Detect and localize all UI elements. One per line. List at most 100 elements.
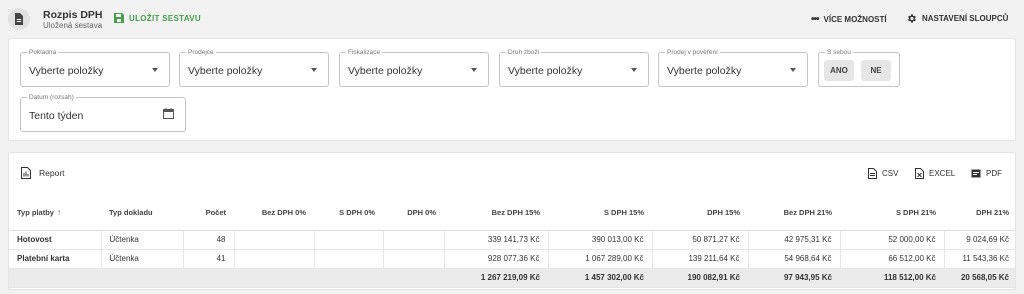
table-cell: 54 968,64 Kč bbox=[748, 249, 841, 269]
table-cell bbox=[383, 249, 445, 269]
filter-panel: Pokladna Vyberte položky Prodejce Vybert… bbox=[8, 38, 1016, 141]
s-sebou-no-button[interactable]: NE bbox=[861, 60, 891, 81]
column-settings-label: NASTAVENÍ SLOUPCŮ bbox=[922, 14, 1009, 23]
chevron-down-icon bbox=[471, 68, 477, 72]
table-cell: 52 000,00 Kč bbox=[840, 230, 945, 250]
gear-icon bbox=[908, 14, 916, 23]
sort-ascending-icon[interactable]: ↑ bbox=[57, 208, 61, 217]
pdf-file-icon bbox=[971, 169, 981, 178]
export-csv-button[interactable]: CSV bbox=[868, 168, 898, 179]
export-pdf-label: PDF bbox=[986, 169, 1002, 178]
totals-row: 1 267 219,09 Kč 1 457 302,00 Kč 190 082,… bbox=[9, 268, 1015, 288]
date-range-value: Tento týden bbox=[29, 110, 84, 122]
fiskalizace-select[interactable]: Fiskalizace Vyberte položky bbox=[339, 48, 489, 87]
column-header-bez-dph-15[interactable]: Bez DPH 15% bbox=[444, 195, 548, 231]
date-range-field[interactable]: Datum (rozsah) Tento týden bbox=[20, 93, 186, 132]
table-cell: 41 bbox=[183, 249, 235, 269]
chevron-down-icon bbox=[311, 68, 317, 72]
report-card: Report CSV EXCEL PDF Typ platby ↑ Typ dok… bbox=[8, 152, 1016, 290]
pokladna-label: Pokladna bbox=[27, 48, 59, 57]
fiskalizace-value: Vyberte položky bbox=[348, 65, 423, 77]
table-cell: 390 013,00 Kč bbox=[548, 230, 653, 250]
page-header: Rozpis DPH Uložená sestava ULOŽIT SESTAV… bbox=[0, 0, 1024, 38]
column-header-s-dph-0[interactable]: S DPH 0% bbox=[314, 195, 383, 231]
save-button-label: ULOŽIT SESTAVU bbox=[129, 13, 201, 23]
column-settings-button[interactable]: NASTAVENÍ SLOUPCŮ bbox=[906, 13, 1008, 24]
csv-file-icon bbox=[868, 168, 877, 179]
table-cell bbox=[234, 249, 315, 269]
column-header-dph-15[interactable]: DPH 15% bbox=[652, 195, 748, 231]
column-header-dph-0[interactable]: DPH 0% bbox=[383, 195, 444, 231]
prodej-v-povereni-value: Vyberte položky bbox=[667, 65, 742, 77]
table-cell: 139 211,64 Kč bbox=[652, 249, 749, 269]
column-header-typ-platby[interactable]: Typ platby ↑ bbox=[9, 195, 101, 231]
total-cell: 97 943,95 Kč bbox=[748, 268, 840, 288]
prodej-v-povereni-select[interactable]: Prodej v pověření Vyberte položky bbox=[658, 48, 808, 87]
export-excel-button[interactable]: EXCEL bbox=[915, 168, 955, 179]
column-header-pocet[interactable]: Počet bbox=[183, 195, 234, 231]
total-cell bbox=[234, 268, 314, 288]
calendar-icon[interactable] bbox=[163, 108, 174, 119]
table-cell: Hotovost bbox=[9, 230, 102, 250]
prodejce-select[interactable]: Prodejce Vyberte položky bbox=[179, 48, 329, 87]
column-header-dph-21[interactable]: DPH 21% bbox=[944, 195, 1015, 231]
chevron-down-icon bbox=[790, 68, 796, 72]
more-dots-icon: ••• bbox=[811, 14, 819, 25]
table-cell: 1 067 289,00 Kč bbox=[548, 249, 653, 269]
table-row: Platební karta Účtenka 41 928 077,36 Kč … bbox=[9, 249, 1015, 269]
table-cell bbox=[234, 230, 315, 250]
table-cell bbox=[314, 230, 384, 250]
s-sebou-yes-button[interactable]: ANO bbox=[824, 60, 854, 81]
table-cell: 48 bbox=[183, 230, 235, 250]
column-header-bez-dph-0[interactable]: Bez DPH 0% bbox=[234, 195, 314, 231]
druh-zbozi-label: Druh zboží bbox=[506, 48, 542, 57]
page-title: Rozpis DPH bbox=[43, 9, 103, 21]
export-pdf-button[interactable]: PDF bbox=[971, 168, 1002, 179]
more-options-button[interactable]: ••• VÍCE MOŽNOSTÍ bbox=[811, 14, 887, 25]
total-cell bbox=[314, 268, 383, 288]
total-cell bbox=[183, 268, 234, 288]
table-cell: 50 871,27 Kč bbox=[652, 230, 749, 250]
column-header-s-dph-15[interactable]: S DPH 15% bbox=[548, 195, 652, 231]
export-excel-label: EXCEL bbox=[929, 169, 956, 178]
table-cell: 42 975,31 Kč bbox=[748, 230, 841, 250]
report-doc-icon bbox=[21, 167, 31, 179]
table-cell bbox=[314, 249, 384, 269]
prodejce-value: Vyberte položky bbox=[188, 65, 263, 77]
total-cell: 1 457 302,00 Kč bbox=[548, 268, 652, 288]
table-cell: 11 543,36 Kč bbox=[944, 249, 1015, 269]
column-header-typ-dokladu[interactable]: Typ dokladu bbox=[101, 195, 183, 231]
export-csv-label: CSV bbox=[882, 169, 899, 178]
s-sebou-toggle-group: S sebou ANO NE bbox=[818, 48, 900, 87]
column-header-s-dph-21[interactable]: S DPH 21% bbox=[840, 195, 944, 231]
table-cell: 66 512,00 Kč bbox=[840, 249, 945, 269]
table-header-row: Typ platby ↑ Typ dokladu Počet Bez DPH 0%… bbox=[9, 195, 1015, 231]
document-icon bbox=[8, 8, 30, 30]
table-cell: 9 024,69 Kč bbox=[944, 230, 1015, 250]
report-title-block: Rozpis DPH Uložená sestava bbox=[43, 9, 103, 31]
druh-zbozi-value: Vyberte položky bbox=[508, 65, 583, 77]
prodej-v-povereni-label: Prodej v pověření bbox=[665, 48, 720, 57]
total-cell: 20 568,05 Kč bbox=[944, 268, 1015, 288]
more-options-label: VÍCE MOŽNOSTÍ bbox=[823, 15, 887, 24]
druh-zbozi-select[interactable]: Druh zboží Vyberte položky bbox=[499, 48, 649, 87]
report-title: Report bbox=[39, 168, 65, 178]
page-subtitle: Uložená sestava bbox=[43, 21, 103, 30]
table-cell: Účtenka bbox=[101, 230, 184, 250]
pokladna-select[interactable]: Pokladna Vyberte položky bbox=[20, 48, 170, 87]
total-cell: 118 512,00 Kč bbox=[840, 268, 944, 288]
pokladna-value: Vyberte položky bbox=[29, 65, 104, 77]
table-cell: Platební karta bbox=[9, 249, 102, 269]
report-heading: Report bbox=[21, 167, 65, 179]
excel-file-icon bbox=[915, 168, 924, 179]
total-cell bbox=[383, 268, 444, 288]
chevron-down-icon bbox=[631, 68, 637, 72]
total-cell: 1 267 219,09 Kč bbox=[444, 268, 548, 288]
table-row: Hotovost Účtenka 48 339 141,73 Kč 390 01… bbox=[9, 230, 1015, 250]
save-report-button[interactable]: ULOŽIT SESTAVU bbox=[114, 13, 201, 23]
chevron-down-icon bbox=[152, 68, 158, 72]
table-cell: 339 141,73 Kč bbox=[444, 230, 549, 250]
fiskalizace-label: Fiskalizace bbox=[346, 48, 383, 57]
table-cell: 928 077,36 Kč bbox=[444, 249, 549, 269]
column-header-bez-dph-21[interactable]: Bez DPH 21% bbox=[748, 195, 840, 231]
